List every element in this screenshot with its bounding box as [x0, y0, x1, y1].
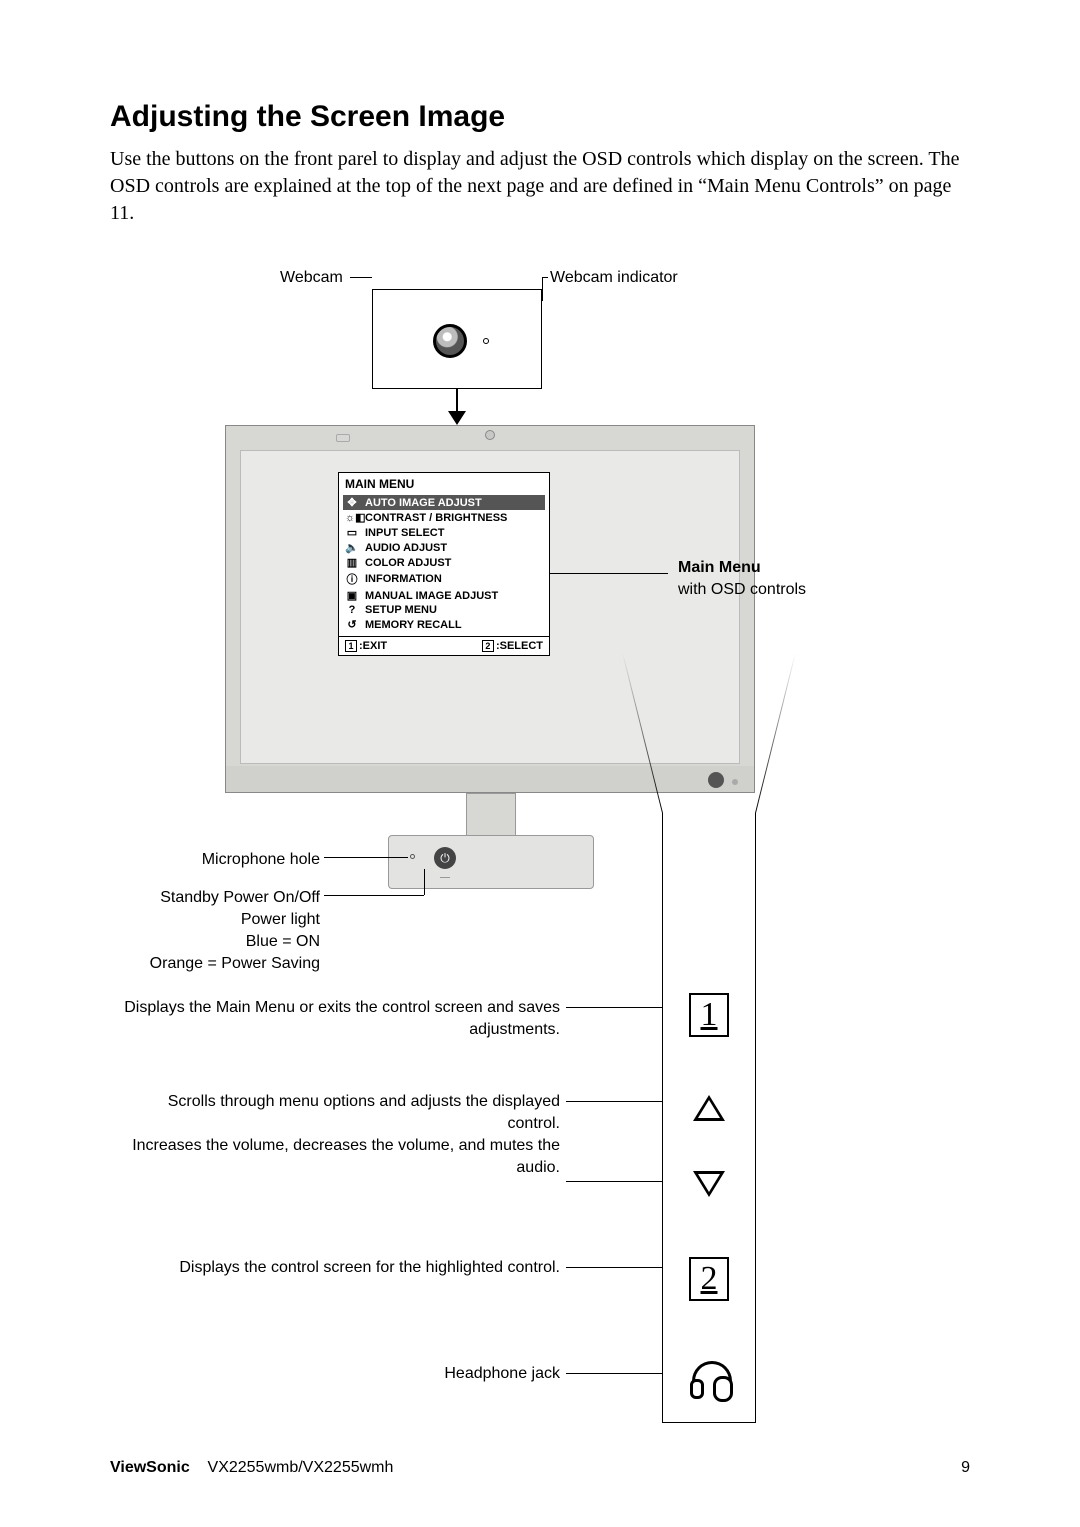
arrow-down-icon — [448, 389, 466, 427]
standby-label: Standby Power On/Off — [110, 887, 320, 909]
base-accent — [440, 877, 450, 878]
leader-line — [566, 1267, 662, 1268]
button-1-desc: Displays the Main Menu or exits the cont… — [120, 997, 560, 1040]
blue-on-label: Blue = ON — [110, 931, 320, 953]
leader-line — [324, 857, 408, 858]
leader-line — [566, 1007, 662, 1008]
speaker-icon: 🔈 — [345, 541, 359, 554]
leader-line — [662, 1101, 663, 1181]
osd-item-label: CONTRAST / BRIGHTNESS — [365, 512, 507, 524]
osd-item-label: INPUT SELECT — [365, 527, 444, 539]
brightness-icon: ☼◧ — [345, 511, 359, 524]
osd-item-label: AUDIO ADJUST — [365, 542, 447, 554]
osd-item-manual: ▣ MANUAL IMAGE ADJUST — [345, 588, 543, 603]
osd-item-memory: ↺ MEMORY RECALL — [345, 617, 543, 632]
osd-item-input: ▭ INPUT SELECT — [345, 525, 543, 540]
webcam-indicator-dot-icon — [483, 338, 489, 344]
leader-line — [542, 277, 543, 301]
power-led-icon — [732, 779, 738, 785]
button-1-icon: 1 — [689, 993, 729, 1037]
headphone-label: Headphone jack — [120, 1363, 560, 1385]
webcam-lens-icon — [433, 324, 467, 358]
osd-exit: 1:EXIT — [345, 640, 387, 652]
page-heading: Adjusting the Screen Image — [110, 100, 970, 134]
triangle-up-icon — [693, 1095, 725, 1121]
osd-item-info: ⓘ INFORMATION — [345, 570, 543, 588]
osd-item-label: AUTO IMAGE ADJUST — [365, 497, 482, 509]
microphone-hole-label: Microphone hole — [110, 849, 320, 871]
scroll-desc: Scrolls through menu options and adjusts… — [120, 1091, 560, 1134]
intro-paragraph: Use the buttons on the front parel to di… — [110, 146, 970, 227]
osd-menu: MAIN MENU ✥ AUTO IMAGE ADJUST ☼◧ CONTRAST … — [338, 472, 550, 656]
leader-line — [542, 277, 548, 278]
monitor-base — [388, 835, 594, 889]
leader-line — [566, 1373, 662, 1374]
footer-model: VX2255wmb/VX2255wmh — [208, 1459, 394, 1476]
osd-exit-label: :EXIT — [359, 640, 387, 652]
webcam-label: Webcam — [280, 267, 343, 289]
recall-icon: ↺ — [345, 618, 359, 631]
control-column: 1 2 — [662, 813, 756, 1423]
crosshair-icon: ✥ — [345, 496, 359, 509]
monitor-neck — [466, 793, 516, 837]
osd-item-label: INFORMATION — [365, 573, 442, 585]
webcam-indicator-label: Webcam indicator — [550, 267, 678, 289]
osd-item-label: COLOR ADJUST — [365, 557, 451, 569]
logo-slot-icon — [336, 434, 350, 442]
volume-desc: Increases the volume, decreases the volu… — [120, 1135, 560, 1178]
osd-item-label: MEMORY RECALL — [365, 619, 462, 631]
power-button-icon: ⏻ — [434, 847, 456, 869]
osd-item-label: SETUP MENU — [365, 604, 437, 616]
color-icon: ▥ — [345, 556, 359, 569]
page-footer: ViewSonic VX2255wmb/VX2255wmh 9 — [110, 1459, 970, 1477]
info-icon: ⓘ — [345, 571, 359, 587]
osd-exit-num: 1 — [345, 640, 357, 652]
microphone-hole-icon — [410, 854, 415, 859]
footer-brand: ViewSonic — [110, 1459, 190, 1476]
osd-item-contrast: ☼◧ CONTRAST / BRIGHTNESS — [345, 510, 543, 525]
main-menu-sublabel: with OSD controls — [678, 579, 806, 601]
main-menu-label: Main Menu — [678, 557, 761, 579]
question-icon: ? — [345, 604, 359, 616]
leader-line — [324, 895, 424, 896]
leader-line — [566, 1181, 662, 1182]
osd-item-setup: ? SETUP MENU — [345, 603, 543, 617]
osd-select-label: :SELECT — [496, 640, 543, 652]
adjust-icon: ▣ — [345, 589, 359, 602]
leader-line — [550, 573, 668, 574]
triangle-down-icon — [693, 1171, 725, 1197]
monitor-bezel-bottom — [226, 766, 754, 792]
leader-line — [350, 277, 372, 278]
page-number: 9 — [961, 1459, 970, 1477]
power-button-small-icon — [708, 772, 724, 788]
orange-saving-label: Orange = Power Saving — [110, 953, 320, 975]
osd-item-audio: 🔈 AUDIO ADJUST — [345, 540, 543, 555]
headphone-icon — [690, 1361, 728, 1393]
osd-select-num: 2 — [482, 640, 494, 652]
leader-line — [424, 869, 425, 895]
osd-title: MAIN MENU — [339, 473, 549, 495]
osd-item-color: ▥ COLOR ADJUST — [345, 555, 543, 570]
osd-item-auto-image: ✥ AUTO IMAGE ADJUST — [343, 495, 545, 510]
button-2-icon: 2 — [689, 1257, 729, 1301]
camera-slot-icon — [485, 430, 495, 440]
osd-select: 2:SELECT — [482, 640, 543, 652]
osd-item-label: MANUAL IMAGE ADJUST — [365, 590, 498, 602]
power-light-label: Power light — [110, 909, 320, 931]
leader-line — [566, 1101, 662, 1102]
webcam-callout — [372, 289, 542, 389]
button-2-desc: Displays the control screen for the high… — [120, 1257, 560, 1279]
input-icon: ▭ — [345, 526, 359, 539]
diagram: Webcam Webcam indicator MAIN MENU — [110, 257, 970, 1407]
